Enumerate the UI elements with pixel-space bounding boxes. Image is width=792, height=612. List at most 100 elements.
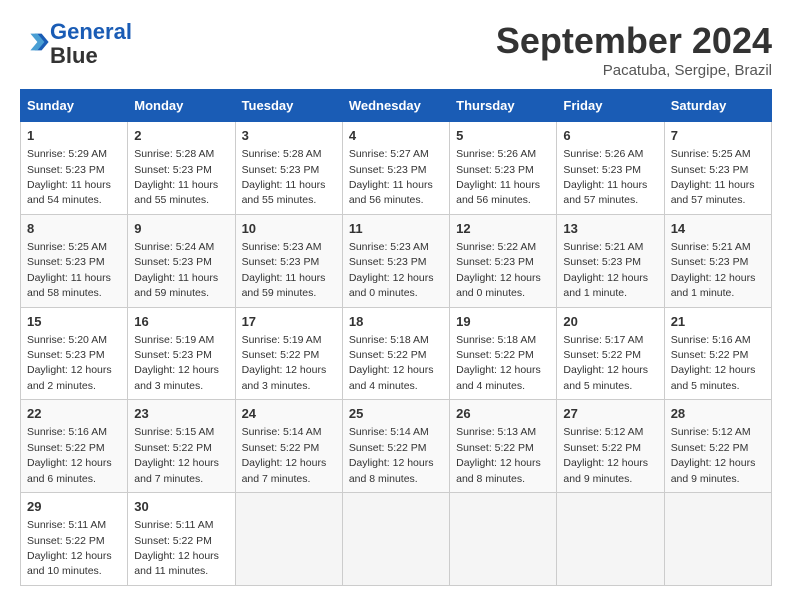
day-number: 28 (671, 405, 765, 423)
day-info: Sunrise: 5:14 AMSunset: 5:22 PMDaylight:… (242, 426, 327, 484)
day-info: Sunrise: 5:24 AMSunset: 5:23 PMDaylight:… (134, 241, 218, 299)
calendar-cell: 2Sunrise: 5:28 AMSunset: 5:23 PMDaylight… (128, 122, 235, 215)
day-number: 5 (456, 127, 550, 145)
header-sunday: Sunday (21, 90, 128, 122)
header-monday: Monday (128, 90, 235, 122)
day-number: 6 (563, 127, 657, 145)
calendar-cell: 4 Sunrise: 5:27 AMSunset: 5:23 PMDaylight… (342, 122, 449, 215)
day-info: Sunrise: 5:19 AMSunset: 5:22 PMDaylight:… (242, 334, 327, 392)
day-number: 26 (456, 405, 550, 423)
day-info: Sunrise: 5:12 AMSunset: 5:22 PMDaylight:… (671, 426, 756, 484)
calendar-cell: 13Sunrise: 5:21 AMSunset: 5:23 PMDayligh… (557, 214, 664, 307)
title-area: September 2024 Pacatuba, Sergipe, Brazil (496, 20, 772, 79)
day-number: 11 (349, 220, 443, 238)
day-number: 24 (242, 405, 336, 423)
calendar-cell: 10 Sunrise: 5:23 AMSunset: 5:23 PMDayligh… (235, 214, 342, 307)
calendar-cell: 30 Sunrise: 5:11 AMSunset: 5:22 PMDayligh… (128, 493, 235, 586)
calendar-cell: 22 Sunrise: 5:16 AMSunset: 5:22 PMDayligh… (21, 400, 128, 493)
logo-icon (22, 28, 50, 56)
header-thursday: Thursday (450, 90, 557, 122)
day-info: Sunrise: 5:12 AMSunset: 5:22 PMDaylight:… (563, 426, 648, 484)
location: Pacatuba, Sergipe, Brazil (496, 62, 772, 79)
calendar-cell: 24 Sunrise: 5:14 AMSunset: 5:22 PMDayligh… (235, 400, 342, 493)
day-info: Sunrise: 5:26 AMSunset: 5:23 PMDaylight:… (563, 148, 647, 206)
day-number: 21 (671, 313, 765, 331)
calendar-cell: 11 Sunrise: 5:23 AMSunset: 5:23 PMDayligh… (342, 214, 449, 307)
header-wednesday: Wednesday (342, 90, 449, 122)
day-info: Sunrise: 5:13 AMSunset: 5:22 PMDaylight:… (456, 426, 541, 484)
day-info: Sunrise: 5:18 AMSunset: 5:22 PMDaylight:… (456, 334, 541, 392)
calendar-cell: 29 Sunrise: 5:11 AMSunset: 5:22 PMDayligh… (21, 493, 128, 586)
day-info: Sunrise: 5:28 AMSunset: 5:23 PMDaylight:… (242, 148, 326, 206)
calendar-table: Sunday Monday Tuesday Wednesday Thursday… (20, 89, 772, 586)
calendar-cell: 17Sunrise: 5:19 AMSunset: 5:22 PMDayligh… (235, 307, 342, 400)
day-number: 3 (242, 127, 336, 145)
day-number: 30 (134, 498, 228, 516)
calendar-row: 29 Sunrise: 5:11 AMSunset: 5:22 PMDayligh… (21, 493, 772, 586)
day-number: 12 (456, 220, 550, 238)
day-info: Sunrise: 5:28 AMSunset: 5:23 PMDaylight:… (134, 148, 218, 206)
day-number: 23 (134, 405, 228, 423)
day-number: 13 (563, 220, 657, 238)
day-number: 4 (349, 127, 443, 145)
calendar-cell: 25 Sunrise: 5:14 AMSunset: 5:22 PMDayligh… (342, 400, 449, 493)
day-info: Sunrise: 5:16 AMSunset: 5:22 PMDaylight:… (27, 426, 112, 484)
calendar-cell: 21 Sunrise: 5:16 AMSunset: 5:22 PMDayligh… (664, 307, 771, 400)
page-header: GeneralBlue September 2024 Pacatuba, Ser… (20, 20, 772, 79)
calendar-cell: 20Sunrise: 5:17 AMSunset: 5:22 PMDayligh… (557, 307, 664, 400)
logo-text: GeneralBlue (50, 20, 132, 68)
day-number: 15 (27, 313, 121, 331)
day-info: Sunrise: 5:11 AMSunset: 5:22 PMDaylight:… (27, 519, 112, 577)
month-title: September 2024 (496, 20, 772, 62)
day-number: 10 (242, 220, 336, 238)
day-number: 27 (563, 405, 657, 423)
calendar-row: 1 Sunrise: 5:29 AMSunset: 5:23 PMDaylight… (21, 122, 772, 215)
day-info: Sunrise: 5:18 AMSunset: 5:22 PMDaylight:… (349, 334, 434, 392)
day-info: Sunrise: 5:22 AMSunset: 5:23 PMDaylight:… (456, 241, 541, 299)
day-info: Sunrise: 5:29 AMSunset: 5:23 PMDaylight:… (27, 148, 111, 206)
header-friday: Friday (557, 90, 664, 122)
header-tuesday: Tuesday (235, 90, 342, 122)
calendar-row: 15 Sunrise: 5:20 AMSunset: 5:23 PMDayligh… (21, 307, 772, 400)
calendar-header-row: Sunday Monday Tuesday Wednesday Thursday… (21, 90, 772, 122)
calendar-cell: 3 Sunrise: 5:28 AMSunset: 5:23 PMDaylight… (235, 122, 342, 215)
day-info: Sunrise: 5:16 AMSunset: 5:22 PMDaylight:… (671, 334, 756, 392)
day-number: 8 (27, 220, 121, 238)
calendar-cell (450, 493, 557, 586)
calendar-cell (557, 493, 664, 586)
day-info: Sunrise: 5:15 AMSunset: 5:22 PMDaylight:… (134, 426, 219, 484)
calendar-cell: 9 Sunrise: 5:24 AMSunset: 5:23 PMDaylight… (128, 214, 235, 307)
day-number: 20 (563, 313, 657, 331)
day-number: 22 (27, 405, 121, 423)
calendar-cell: 19 Sunrise: 5:18 AMSunset: 5:22 PMDayligh… (450, 307, 557, 400)
day-info: Sunrise: 5:14 AMSunset: 5:22 PMDaylight:… (349, 426, 434, 484)
header-saturday: Saturday (664, 90, 771, 122)
day-number: 18 (349, 313, 443, 331)
calendar-cell: 23 Sunrise: 5:15 AMSunset: 5:22 PMDayligh… (128, 400, 235, 493)
day-number: 19 (456, 313, 550, 331)
day-number: 29 (27, 498, 121, 516)
day-number: 9 (134, 220, 228, 238)
day-info: Sunrise: 5:23 AMSunset: 5:23 PMDaylight:… (349, 241, 434, 299)
calendar-cell: 15 Sunrise: 5:20 AMSunset: 5:23 PMDayligh… (21, 307, 128, 400)
day-number: 1 (27, 127, 121, 145)
day-info: Sunrise: 5:23 AMSunset: 5:23 PMDaylight:… (242, 241, 326, 299)
day-info: Sunrise: 5:20 AMSunset: 5:23 PMDaylight:… (27, 334, 112, 392)
calendar-cell: 8Sunrise: 5:25 AMSunset: 5:23 PMDaylight… (21, 214, 128, 307)
calendar-row: 8Sunrise: 5:25 AMSunset: 5:23 PMDaylight… (21, 214, 772, 307)
day-info: Sunrise: 5:27 AMSunset: 5:23 PMDaylight:… (349, 148, 433, 206)
calendar-cell: 5 Sunrise: 5:26 AMSunset: 5:23 PMDaylight… (450, 122, 557, 215)
calendar-cell (664, 493, 771, 586)
calendar-cell: 26 Sunrise: 5:13 AMSunset: 5:22 PMDayligh… (450, 400, 557, 493)
calendar-cell: 14 Sunrise: 5:21 AMSunset: 5:23 PMDayligh… (664, 214, 771, 307)
day-number: 25 (349, 405, 443, 423)
logo: GeneralBlue (20, 20, 132, 68)
calendar-cell: 27 Sunrise: 5:12 AMSunset: 5:22 PMDayligh… (557, 400, 664, 493)
day-info: Sunrise: 5:11 AMSunset: 5:22 PMDaylight:… (134, 519, 219, 577)
day-number: 7 (671, 127, 765, 145)
calendar-cell: 7Sunrise: 5:25 AMSunset: 5:23 PMDaylight… (664, 122, 771, 215)
day-info: Sunrise: 5:21 AMSunset: 5:23 PMDaylight:… (671, 241, 756, 299)
day-number: 16 (134, 313, 228, 331)
day-number: 14 (671, 220, 765, 238)
day-info: Sunrise: 5:26 AMSunset: 5:23 PMDaylight:… (456, 148, 540, 206)
